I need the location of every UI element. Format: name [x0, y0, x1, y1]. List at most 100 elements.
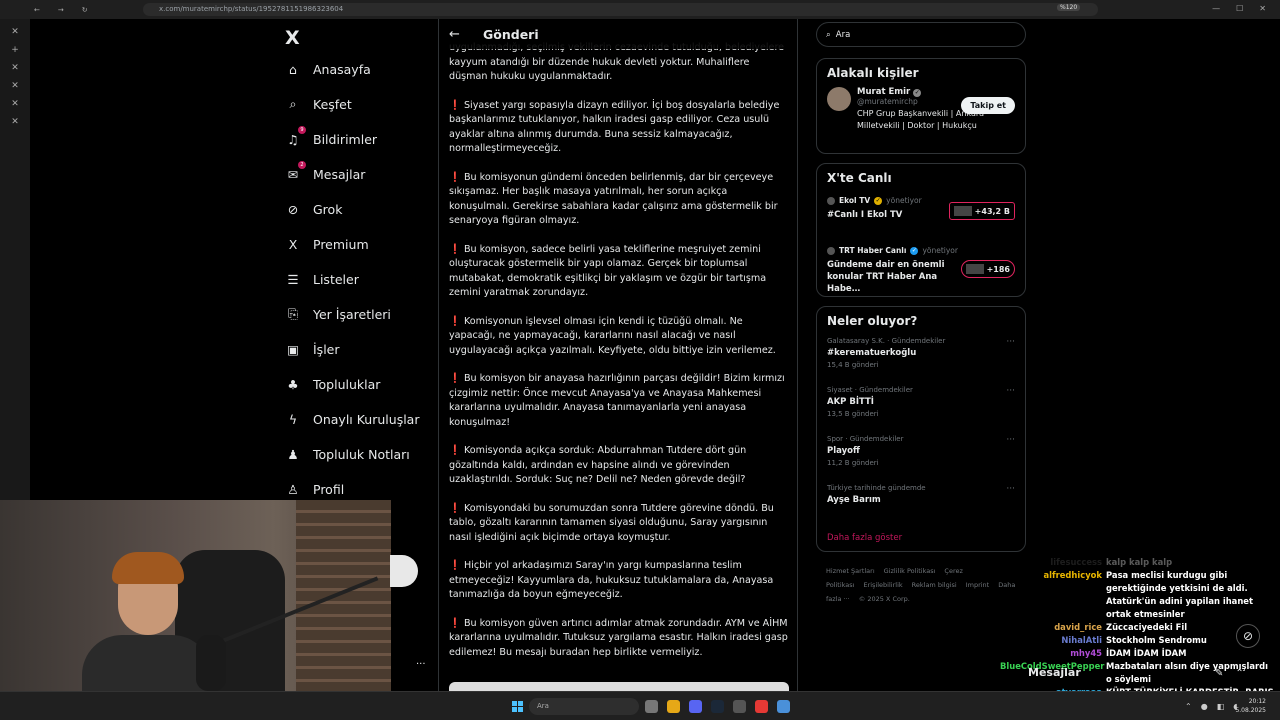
trend-item[interactable]: Türkiye tarihinde gündemde Ayşe Barım ··· — [817, 484, 1025, 533]
maximize-icon[interactable]: ☐ — [1236, 4, 1243, 13]
post-paragraph: ❗ Bu komisyon güven artırıcı adımlar atma… — [449, 617, 789, 661]
folder-icon[interactable] — [667, 700, 680, 713]
related-people-panel: Alakalı kişiler Murat Emir ✓ @muratemirc… — [816, 58, 1026, 154]
address-bar[interactable]: x.com/muratemirchp/status/19527811519863… — [143, 3, 1098, 16]
trend-item[interactable]: Siyaset · Gündemdekiler AKP BİTTİ 13,5 B g… — [817, 386, 1025, 435]
tab-icon[interactable]: ✕ — [0, 63, 30, 73]
viewer-count: +43,2 B — [974, 206, 1010, 216]
verified-icon: ✓ — [913, 89, 922, 97]
sidebar-item[interactable]: ☰ Listeler — [285, 271, 358, 287]
app-icon[interactable] — [645, 700, 658, 713]
steam-icon[interactable] — [711, 700, 724, 713]
follow-button[interactable]: Takip et — [961, 97, 1015, 114]
chat-message: mhy45 İDAM İDAM İDAM — [1000, 647, 1280, 660]
sidebar-item[interactable]: ⎘ Yer İşaretleri — [285, 306, 391, 322]
post-paragraph: ❗ Komisyonun işlevsel olması için kendi i… — [449, 315, 789, 359]
windows-taskbar: Ara ⌃ ● ◧ ◖ 20:12 5.08.2025 — [0, 691, 1280, 720]
avatar[interactable] — [827, 87, 851, 111]
sidebar-item-label: Topluluklar — [313, 376, 381, 392]
sidebar-item[interactable]: ♟ Topluluk Notları — [285, 446, 409, 462]
browser-icon[interactable] — [777, 700, 790, 713]
network-icon[interactable]: ◧ — [1217, 702, 1225, 711]
more-icon[interactable]: ··· — [1006, 435, 1015, 445]
sidebar-item-label: Yer İşaretleri — [313, 306, 391, 322]
tab-icon[interactable]: ✕ — [0, 81, 30, 91]
sidebar-item[interactable]: ♙ Profil — [285, 481, 344, 497]
clock-date: 5.08.2025 — [1235, 707, 1266, 714]
back-icon[interactable]: ← — [34, 6, 40, 14]
post-image[interactable] — [449, 682, 789, 691]
lightning-icon: ϟ — [288, 411, 298, 427]
x-premium-icon: X — [288, 236, 298, 252]
live-item[interactable]: Ekol TV ✓ yönetiyor #Canlı I Ekol TV +43,2 B — [817, 192, 1025, 242]
back-arrow-icon[interactable]: ← — [449, 27, 463, 42]
tab-icon[interactable]: ✕ — [0, 27, 30, 37]
clock[interactable]: 20:12 5.08.2025 — [1235, 697, 1266, 715]
sidebar-item[interactable]: ▣ İşler — [285, 341, 339, 357]
footer-link[interactable]: Reklam bilgisi — [912, 581, 957, 589]
sidebar-item[interactable]: X Premium — [285, 236, 369, 252]
sidebar-item[interactable]: ⊘ Grok — [285, 201, 343, 217]
obs-icon[interactable] — [733, 700, 746, 713]
exclamation-icon: ❗ — [449, 502, 461, 514]
sidebar-item[interactable]: ϟ Onaylı Kuruluşlar — [285, 411, 420, 427]
live-viewer-count[interactable]: +43,2 B — [948, 202, 1015, 220]
live-item[interactable]: TRT Haber Canlı ✓ yönetiyor Gündeme dair en… — [817, 242, 1025, 294]
post-text: uygulanmadığı, seçilmiş vekillerin cezae… — [449, 41, 789, 674]
search-input[interactable]: ⌕ Ara — [816, 22, 1026, 47]
x-logo-icon[interactable]: X — [285, 27, 300, 49]
sidebar-item-label: Profil — [313, 481, 345, 497]
grok-floating-icon[interactable]: ⊘ — [1236, 624, 1260, 648]
sidebar-item-label: Premium — [313, 236, 369, 252]
sidebar-item[interactable]: ⌕ Keşfet — [285, 96, 351, 112]
chevron-up-icon[interactable]: ⌃ — [1185, 702, 1192, 711]
webcam-overlay — [0, 500, 391, 691]
tab-icon[interactable]: ✕ — [0, 99, 30, 109]
taskbar-search[interactable]: Ara — [529, 698, 639, 715]
more-icon[interactable]: ··· — [1006, 386, 1015, 396]
footer-link[interactable]: Erişilebilirlik — [863, 581, 902, 589]
footer-link[interactable]: © 2025 X Corp. — [859, 595, 910, 603]
trend-count: 11,2 B gönderi — [827, 459, 879, 467]
more-icon[interactable]: ··· — [416, 659, 426, 670]
account-status: yönetiyor — [922, 246, 958, 255]
trend-count: 15,4 B gönderi — [827, 361, 879, 369]
more-icon[interactable]: ··· — [1006, 337, 1015, 347]
footer-link[interactable]: Hizmet Şartları — [826, 567, 875, 575]
search-icon: ⌕ — [289, 96, 297, 111]
messages-drawer-label[interactable]: Mesajlar — [1028, 666, 1081, 679]
app-icon[interactable] — [755, 700, 768, 713]
sidebar-item[interactable]: ♫ 9 Bildirimler — [285, 126, 377, 147]
exclamation-icon: ❗ — [449, 617, 461, 629]
chat-username: david_rice — [1054, 622, 1102, 632]
minimize-icon[interactable]: — — [1212, 4, 1220, 13]
person-name[interactable]: Murat Emir ✓ — [857, 87, 1015, 97]
verified-icon: ✓ — [874, 196, 883, 205]
sidebar-item[interactable]: ⌂ Anasayfa — [285, 61, 371, 77]
sidebar-item-label: Onaylı Kuruluşlar — [313, 411, 420, 427]
trend-item[interactable]: Spor · Gündemdekiler Playoff 11,2 B gönder… — [817, 435, 1025, 484]
add-tab-icon[interactable]: + — [0, 45, 30, 55]
discord-icon[interactable] — [689, 700, 702, 713]
footer-link[interactable]: Imprint — [966, 581, 990, 589]
sidebar-item[interactable]: ♣ Topluluklar — [285, 376, 380, 392]
zoom-badge[interactable]: %120 — [1057, 4, 1081, 11]
live-viewer-count[interactable]: +186 — [960, 260, 1015, 278]
tab-icon[interactable]: ✕ — [0, 117, 30, 127]
windows-start-icon[interactable] — [512, 701, 523, 712]
search-icon: ⌕ — [826, 29, 831, 40]
sidebar-item[interactable]: ✉ 2 Mesajlar — [285, 161, 365, 182]
footer-link[interactable]: Gizlilik Politikası — [884, 567, 936, 575]
forward-icon[interactable]: → — [58, 6, 64, 14]
trend-item[interactable]: Galatasaray S.K. · Gündemdekiler #keremat… — [817, 337, 1025, 386]
more-icon[interactable]: ··· — [1006, 484, 1015, 494]
close-icon[interactable]: ✕ — [1259, 4, 1266, 13]
list-icon: ☰ — [287, 271, 299, 287]
reload-icon[interactable]: ↻ — [82, 6, 88, 14]
compose-icon[interactable]: ✎ — [1215, 668, 1223, 679]
chat-username: NihalAtli — [1061, 635, 1102, 645]
page-title: Gönderi — [483, 26, 539, 42]
show-more-link[interactable]: Daha fazla göster — [817, 533, 1025, 543]
mic-icon[interactable]: ● — [1201, 702, 1208, 711]
expand-icon[interactable]: ⌃ — [1235, 668, 1243, 679]
